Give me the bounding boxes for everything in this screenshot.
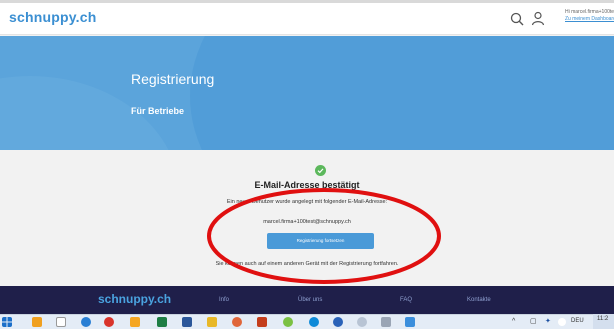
check-circle-icon bbox=[315, 165, 326, 176]
taskbar-skype-icon[interactable] bbox=[309, 317, 319, 327]
taskbar-powerpoint-icon[interactable] bbox=[257, 317, 267, 327]
search-icon[interactable] bbox=[510, 12, 524, 26]
site-header: schnuppy.ch Hi marcel.firma+100test@schn… bbox=[0, 3, 614, 35]
taskbar-app-icon[interactable] bbox=[32, 317, 42, 327]
footer-link-info[interactable]: Info bbox=[219, 297, 229, 303]
taskbar-word-icon[interactable] bbox=[182, 317, 192, 327]
footer-logo[interactable]: schnuppy.ch bbox=[98, 292, 171, 306]
hero-banner: Registrierung Für Betriebe bbox=[0, 36, 614, 150]
user-account-block: Hi marcel.firma+100test@schnuppy Zu mein… bbox=[565, 9, 614, 23]
continue-registration-button[interactable]: Registrierung fortsetzen bbox=[267, 233, 374, 249]
taskbar-app-icon[interactable] bbox=[381, 317, 391, 327]
taskbar-app-icon[interactable] bbox=[81, 317, 91, 327]
taskbar-app-icon[interactable] bbox=[405, 317, 415, 327]
input-language[interactable]: DEU bbox=[571, 318, 584, 324]
browser-page: schnuppy.ch Hi marcel.firma+100test@schn… bbox=[0, 0, 614, 329]
network-icon[interactable]: ▢ bbox=[530, 316, 537, 328]
hero-decoration bbox=[190, 36, 614, 150]
user-icon[interactable] bbox=[531, 11, 545, 26]
footer-link-contact[interactable]: Kontakte bbox=[467, 297, 491, 303]
footer-link-about[interactable]: Über uns bbox=[298, 297, 322, 303]
cloud-icon[interactable] bbox=[558, 318, 566, 326]
windows-start-icon[interactable] bbox=[2, 317, 12, 327]
confirmation-title: E-Mail-Adresse bestätigt bbox=[254, 180, 360, 190]
confirmation-email: marcel.firma+100test@schnuppy.ch bbox=[263, 219, 351, 225]
page-subtitle: Für Betriebe bbox=[131, 106, 185, 116]
taskbar-app-icon[interactable] bbox=[130, 317, 140, 327]
taskbar-clock[interactable]: 11:2 bbox=[597, 316, 608, 322]
device-note: Sie können auch auf einem anderen Gerät … bbox=[215, 261, 399, 267]
site-logo[interactable]: schnuppy.ch bbox=[9, 9, 97, 25]
taskbar-app-icon[interactable] bbox=[357, 317, 367, 327]
dropbox-icon[interactable]: ✦ bbox=[545, 316, 551, 328]
confirmation-text: Ein neuer Benutzer wurde angelegt mit fo… bbox=[226, 199, 388, 205]
taskbar-app-icon[interactable] bbox=[232, 317, 242, 327]
footer-link-faq[interactable]: FAQ bbox=[400, 297, 412, 303]
page-title: Registrierung bbox=[131, 71, 215, 87]
chevron-up-icon[interactable]: ^ bbox=[512, 316, 515, 328]
taskbar-app-icon[interactable] bbox=[283, 317, 293, 327]
dashboard-link[interactable]: Zu meinem Dashboard bbox=[565, 16, 614, 23]
user-greeting: Hi marcel.firma+100test@schnuppy bbox=[565, 9, 614, 15]
taskbar-app-icon[interactable] bbox=[56, 317, 66, 327]
taskbar-folder-icon[interactable] bbox=[207, 317, 217, 327]
windows-taskbar bbox=[0, 314, 614, 329]
taskbar-app-icon[interactable] bbox=[333, 317, 343, 327]
taskbar-app-icon[interactable] bbox=[104, 317, 114, 327]
taskbar-excel-icon[interactable] bbox=[157, 317, 167, 327]
